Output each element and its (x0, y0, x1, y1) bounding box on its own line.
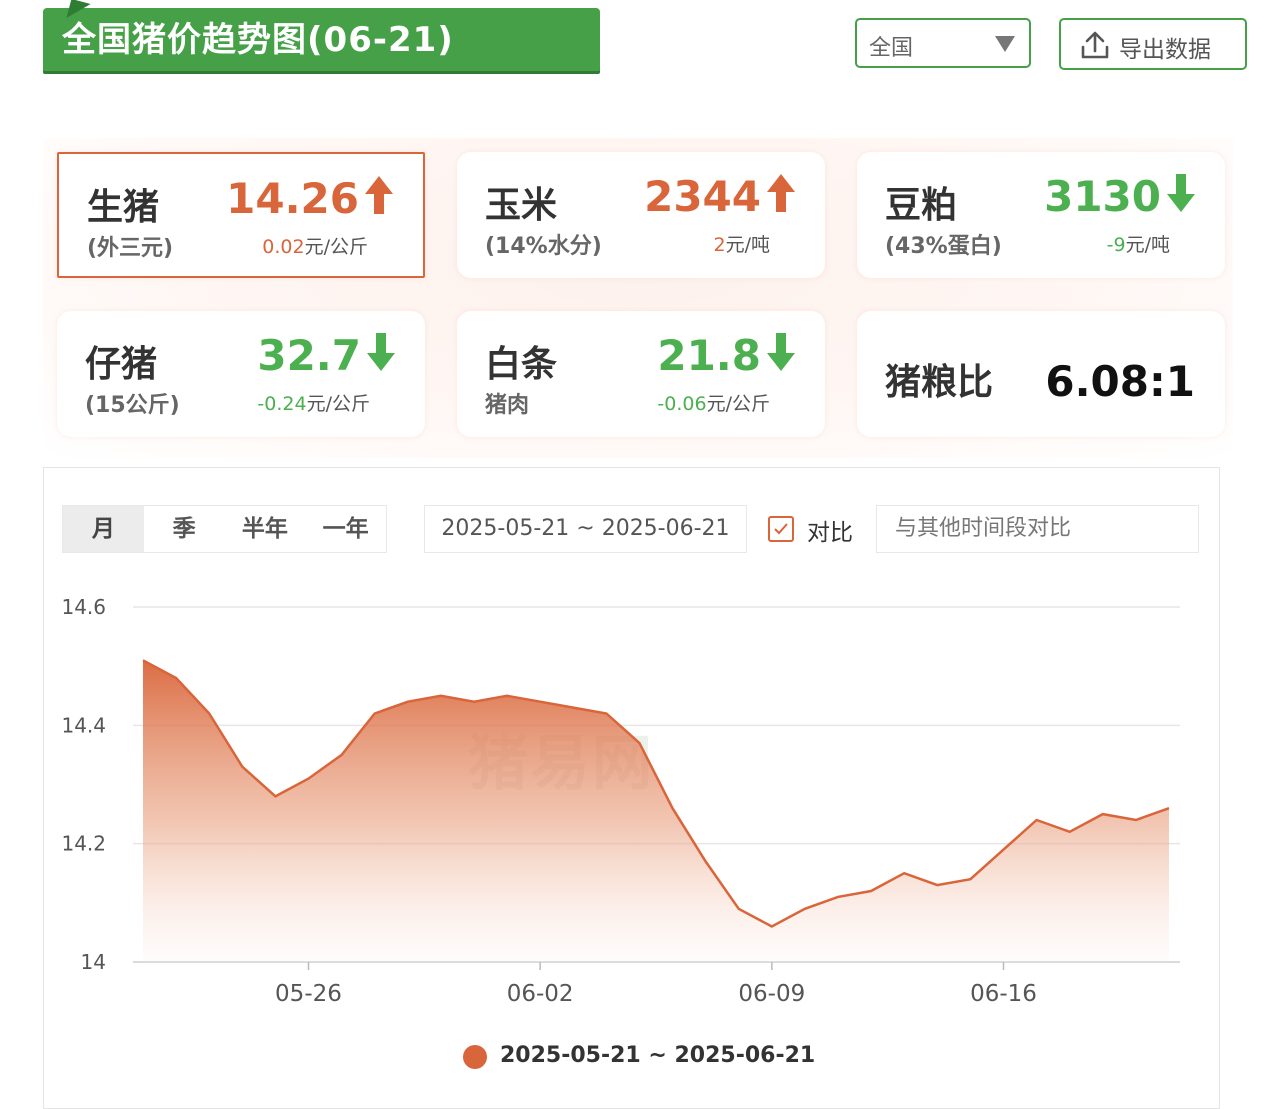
x-tick-label: 06-16 (970, 981, 1037, 1007)
x-tick-label: 05-26 (275, 981, 342, 1007)
y-tick-label: 14 (81, 950, 106, 974)
y-tick-label: 14.2 (61, 832, 106, 856)
legend-marker (463, 1045, 487, 1069)
x-tick-label: 06-09 (738, 981, 805, 1007)
y-tick-label: 14.6 (61, 595, 106, 619)
series-area (143, 660, 1169, 962)
price-trend-chart: 14.6 14.4 14.2 14 05-26 06-02 06-09 06-16 (61, 595, 1180, 1007)
legend-label: 2025-05-21 ~ 2025-06-21 (500, 1043, 816, 1068)
y-tick-label: 14.4 (61, 713, 106, 737)
x-tick-label: 06-02 (507, 981, 574, 1007)
